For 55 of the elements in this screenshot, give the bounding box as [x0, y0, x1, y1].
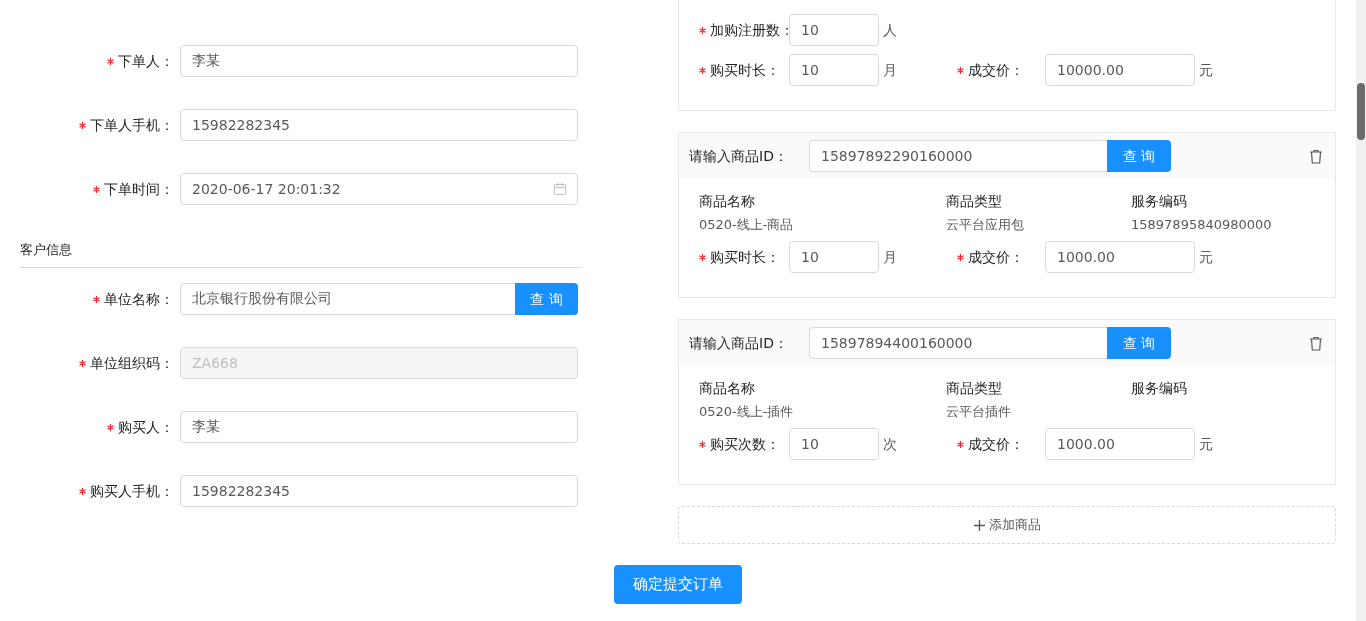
trash-icon[interactable] [1309, 148, 1323, 164]
info-value: 15897895840980000 [1131, 216, 1273, 234]
input-field[interactable]: 10 [789, 54, 879, 86]
info-label: 商品名称 [699, 379, 756, 398]
field-label: 成交价： [968, 435, 1024, 454]
unit-label: 元 [1199, 61, 1213, 80]
info-value: 云平台插件 [946, 403, 1012, 421]
field-label: 成交价： [968, 248, 1024, 267]
info-label: 商品类型 [946, 379, 1003, 398]
info-label: 服务编码 [1131, 192, 1188, 211]
field-label: 购买人手机： [90, 482, 174, 501]
info-label: 商品类型 [946, 192, 1003, 211]
field-label: 成交价： [968, 61, 1024, 80]
field-label: 下单人： [118, 52, 174, 71]
unit-label: 月 [883, 61, 897, 80]
date-field[interactable]: 2020-06-17 20:01:32 [180, 173, 578, 205]
input-field[interactable]: 15982282345 [180, 475, 578, 507]
field-label: 单位组织码： [90, 354, 174, 373]
add-product-button[interactable]: 添加商品 [678, 506, 1336, 544]
info-value: 0520-线上-插件 [699, 403, 795, 421]
input-field[interactable]: 北京银行股份有限公司 [180, 283, 515, 315]
unit-label: 月 [883, 248, 897, 267]
field-label: 请输入商品ID： [689, 334, 789, 353]
unit-label: 人 [883, 21, 897, 40]
calendar-icon [553, 182, 567, 196]
input-field[interactable]: 10 [789, 241, 879, 273]
unit-label: 元 [1199, 248, 1213, 267]
unit-label: 次 [883, 435, 897, 454]
scrollbar[interactable] [1356, 0, 1366, 621]
field-label: 单位名称： [104, 290, 174, 309]
field-label: 下单时间： [104, 180, 174, 199]
input-field[interactable]: 1000.00 [1045, 241, 1195, 273]
input-field[interactable]: 10 [789, 428, 879, 460]
unit-label: 元 [1199, 435, 1213, 454]
input-field[interactable]: 10 [789, 14, 879, 46]
input-field[interactable]: 15897894400160000 [809, 327, 1107, 359]
plus-icon [973, 519, 985, 531]
info-label: 服务编码 [1131, 379, 1188, 398]
field-label: 请输入商品ID： [689, 147, 789, 166]
field-label: 购买时长： [710, 61, 780, 80]
trash-icon[interactable] [1309, 335, 1323, 351]
input-field[interactable]: 1000.00 [1045, 428, 1195, 460]
section-title: 客户信息 [20, 242, 72, 257]
field-label: 购买人： [118, 418, 174, 437]
field-label: 下单人手机： [90, 116, 174, 135]
input-field[interactable]: 15982282345 [180, 109, 578, 141]
info-value: 云平台应用包 [946, 216, 1025, 234]
input-field[interactable]: 李某 [180, 411, 578, 443]
info-value: 0520-线上-商品 [699, 216, 795, 234]
input-field[interactable]: 15897892290160000 [809, 140, 1107, 172]
field-label: 购买次数： [710, 435, 780, 454]
info-label: 商品名称 [699, 192, 756, 211]
field-label: 购买时长： [710, 248, 780, 267]
input-field[interactable]: 10000.00 [1045, 54, 1195, 86]
input-field[interactable]: 李某 [180, 45, 578, 77]
